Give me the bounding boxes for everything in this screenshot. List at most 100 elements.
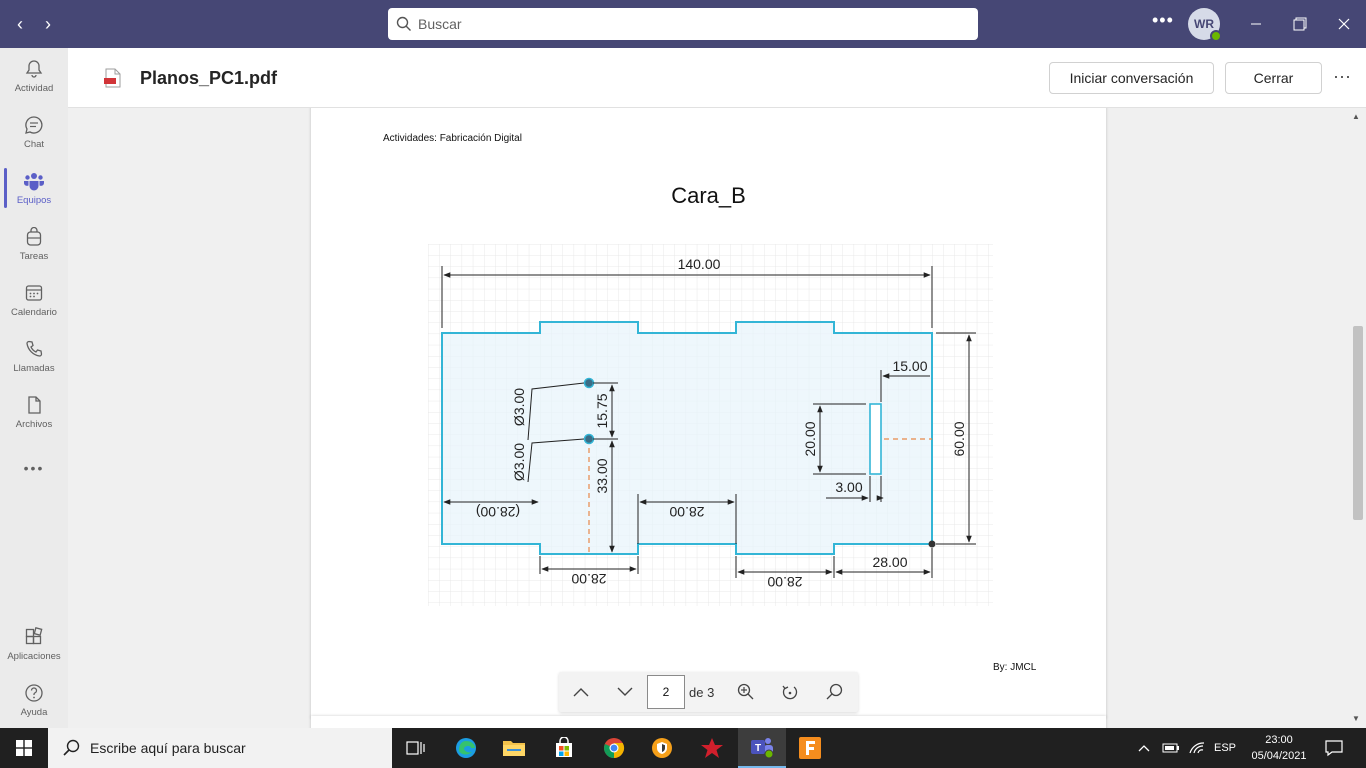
rail-item-calendario[interactable]: Calendario (0, 272, 68, 328)
dim-left-offset: (28.00) (476, 504, 520, 520)
dim-hole-height: 33.00 (594, 458, 610, 493)
bell-icon (25, 59, 43, 78)
rotate-button[interactable] (768, 672, 812, 712)
rail-item-chat[interactable]: Chat (0, 104, 68, 160)
previous-page-button[interactable] (559, 672, 603, 712)
show-hidden-icons[interactable] (1138, 728, 1150, 768)
more-apps-icon[interactable]: ••• (0, 440, 68, 496)
rail-item-actividad[interactable]: Actividad (0, 48, 68, 104)
scroll-down-icon[interactable]: ▼ (1352, 714, 1360, 723)
chat-icon (25, 115, 43, 134)
search-icon (63, 739, 80, 756)
rail-label: Ayuda (20, 706, 48, 718)
start-conversation-button[interactable]: Iniciar conversación (1049, 62, 1214, 94)
avatar[interactable]: WR (1188, 8, 1222, 42)
rail-label: Chat (23, 138, 45, 150)
task-view-icon (406, 741, 425, 755)
teams-logo-icon: T (751, 738, 774, 759)
windows-taskbar: Escribe aquí para buscar T ESP 23:00 05/… (0, 728, 1366, 768)
clock-date: 05/04/2021 (1251, 750, 1307, 762)
taskbar-vpn-app[interactable] (638, 728, 686, 768)
taskbar-edge[interactable] (442, 728, 490, 768)
pdf-viewer: Actividades: Fabricación Digital Cara_B (68, 108, 1366, 728)
zoom-in-button[interactable] (724, 672, 768, 712)
zoom-in-icon (738, 683, 754, 700)
folder-icon (503, 741, 525, 756)
document-author: By: JMCL (993, 662, 1037, 673)
search-icon (396, 16, 411, 31)
app-rail: Actividad Chat Equipos Tareas Calendario… (0, 48, 68, 728)
rotate-icon (782, 685, 798, 700)
close-window-icon[interactable] (1332, 12, 1356, 36)
taskbar-search-placeholder: Escribe aquí para buscar (90, 740, 246, 756)
document-title: Cara_B (671, 183, 746, 208)
pdf-file-icon (104, 68, 121, 88)
clock-time: 23:00 (1265, 734, 1293, 746)
taskbar-fusion[interactable] (786, 728, 834, 768)
search-placeholder: Buscar (418, 16, 462, 32)
red-star-icon (701, 738, 723, 758)
page-number-input[interactable] (647, 675, 685, 709)
svg-text:T: T (755, 743, 761, 754)
taskbar-teams[interactable]: T (738, 728, 786, 768)
back-icon[interactable]: ‹ (8, 12, 32, 36)
rail-item-llamadas[interactable]: Llamadas (0, 328, 68, 384)
page-count: de 3 (689, 684, 715, 700)
restore-icon[interactable] (1288, 12, 1312, 36)
rail-item-archivos[interactable]: Archivos (0, 384, 68, 440)
chrome-icon (604, 738, 625, 759)
dim-total-width: 140.00 (678, 256, 721, 272)
teams-icon (24, 172, 44, 190)
scroll-up-icon[interactable]: ▲ (1352, 112, 1360, 121)
taskbar-store[interactable] (540, 728, 588, 768)
dim-right-margin: 28.00 (872, 554, 907, 570)
dim-bottom-tab-2: 28.00 (767, 574, 802, 590)
rail-label: Calendario (11, 306, 57, 318)
clock[interactable]: 23:00 05/04/2021 (1248, 732, 1310, 764)
forward-icon[interactable]: › (36, 12, 60, 36)
battery-icon[interactable] (1162, 728, 1180, 768)
start-button[interactable] (0, 728, 48, 768)
pdf-page: Actividades: Fabricación Digital Cara_B (311, 108, 1106, 718)
edge-icon (456, 738, 476, 758)
rail-label: Equipos (16, 194, 52, 206)
apps-icon (25, 626, 43, 644)
vertical-scrollbar[interactable]: ▲ ▼ (1350, 108, 1366, 728)
scrollbar-thumb[interactable] (1353, 326, 1363, 520)
taskbar-file-explorer[interactable] (490, 728, 538, 768)
notifications-icon[interactable] (1324, 728, 1344, 768)
backpack-icon (26, 226, 42, 246)
close-button[interactable]: Cerrar (1225, 62, 1322, 94)
calendar-icon (25, 284, 43, 301)
file-icon (28, 395, 41, 414)
store-icon (556, 737, 572, 757)
rail-label: Actividad (14, 82, 54, 94)
rail-item-aplicaciones[interactable]: Aplicaciones (0, 616, 68, 672)
rail-item-equipos[interactable]: Equipos (0, 160, 68, 216)
wifi-icon[interactable] (1188, 728, 1206, 768)
search-box[interactable]: Buscar (388, 8, 978, 40)
taskbar-chrome[interactable] (590, 728, 638, 768)
taskbar-search[interactable]: Escribe aquí para buscar (48, 728, 392, 768)
document-header: Actividades: Fabricación Digital (383, 133, 522, 144)
more-options-icon[interactable]: ••• (1152, 10, 1174, 31)
taskbar-red-app[interactable] (688, 728, 736, 768)
rail-item-ayuda[interactable]: Ayuda (0, 672, 68, 728)
chevron-down-icon (617, 687, 633, 696)
rail-label: Tareas (19, 250, 49, 262)
file-header: Planos_PC1.pdf Iniciar conversación Cerr… (68, 48, 1366, 108)
next-page-button[interactable] (603, 672, 647, 712)
rail-item-tareas[interactable]: Tareas (0, 216, 68, 272)
phone-icon (26, 340, 43, 357)
task-view-button[interactable] (392, 728, 440, 768)
search-document-button[interactable] (812, 672, 856, 712)
language-label: ESP (1214, 742, 1237, 754)
more-options-icon[interactable]: ··· (1333, 66, 1351, 87)
dim-hole-diameter-1: Ø3.00 (511, 388, 527, 426)
technical-drawing: 140.00 60.00 15.00 20.00 3.00 Ø3.00 Ø3.0… (428, 244, 993, 606)
minimize-icon[interactable] (1244, 12, 1268, 36)
dim-slot-offset: 15.00 (892, 358, 927, 374)
chevron-up-icon (1138, 745, 1150, 752)
dim-slot-height: 20.00 (802, 421, 818, 456)
language-indicator[interactable]: ESP (1214, 728, 1236, 768)
